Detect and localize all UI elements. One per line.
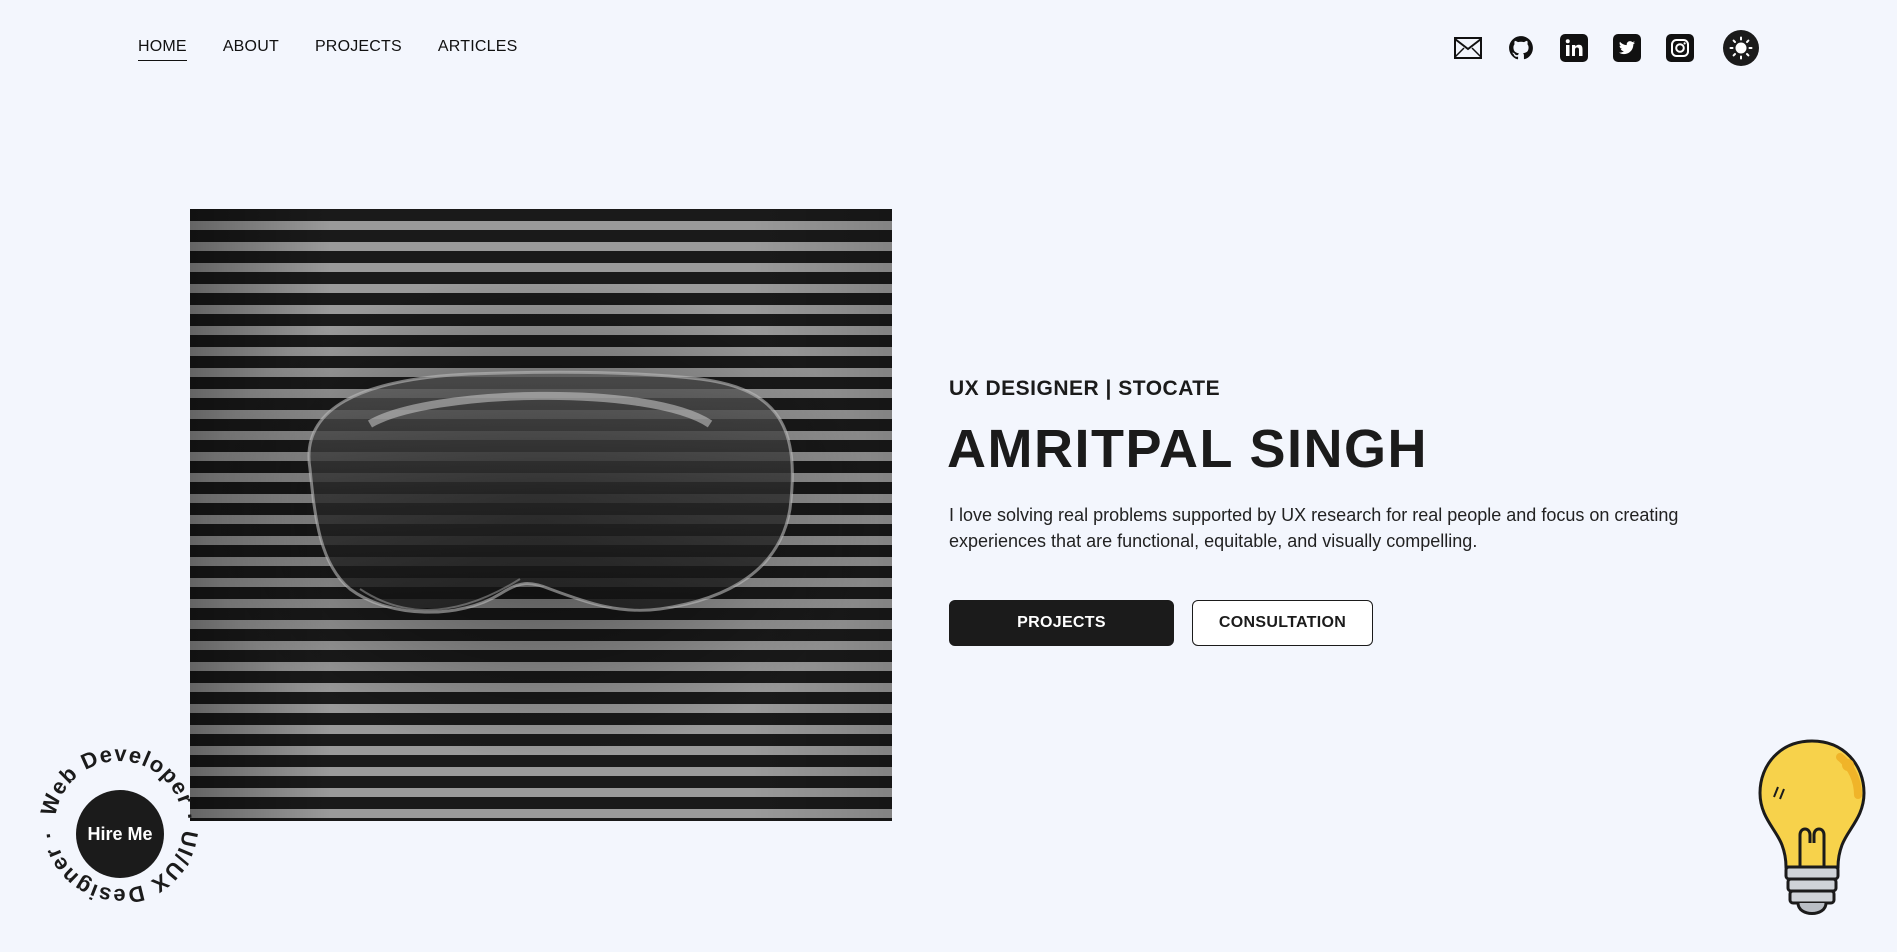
- projects-button[interactable]: PROJECTS: [949, 600, 1174, 646]
- nav-projects-link[interactable]: PROJECTS: [315, 38, 402, 61]
- hero-bio: I love solving real problems supported b…: [949, 505, 1679, 551]
- theme-toggle-button[interactable]: [1723, 30, 1759, 66]
- hire-me-button[interactable]: Hire Me: [76, 790, 164, 878]
- consultation-button[interactable]: CONSULTATION: [1192, 600, 1373, 646]
- twitter-icon[interactable]: [1613, 34, 1641, 62]
- main-nav: HOME ABOUT PROJECTS ARTICLES: [138, 38, 517, 61]
- instagram-icon[interactable]: [1666, 34, 1694, 62]
- hero-subtitle: UX DESIGNER | STOCATE: [949, 377, 1221, 400]
- nav-home-link[interactable]: HOME: [138, 38, 187, 61]
- nav-about-link[interactable]: ABOUT: [223, 38, 279, 61]
- hero-name: AMRITPAL SINGH: [947, 419, 1429, 479]
- nav-articles-link[interactable]: ARTICLES: [438, 38, 518, 61]
- social-links: [1454, 30, 1759, 66]
- hero-image-vr-headset: [190, 209, 892, 821]
- mail-icon[interactable]: [1454, 34, 1482, 62]
- vr-headset-illustration: [307, 370, 794, 614]
- linkedin-icon[interactable]: [1560, 34, 1588, 62]
- sun-icon: [1729, 36, 1753, 60]
- github-icon[interactable]: [1507, 34, 1535, 62]
- lightbulb-icon[interactable]: [1752, 735, 1872, 925]
